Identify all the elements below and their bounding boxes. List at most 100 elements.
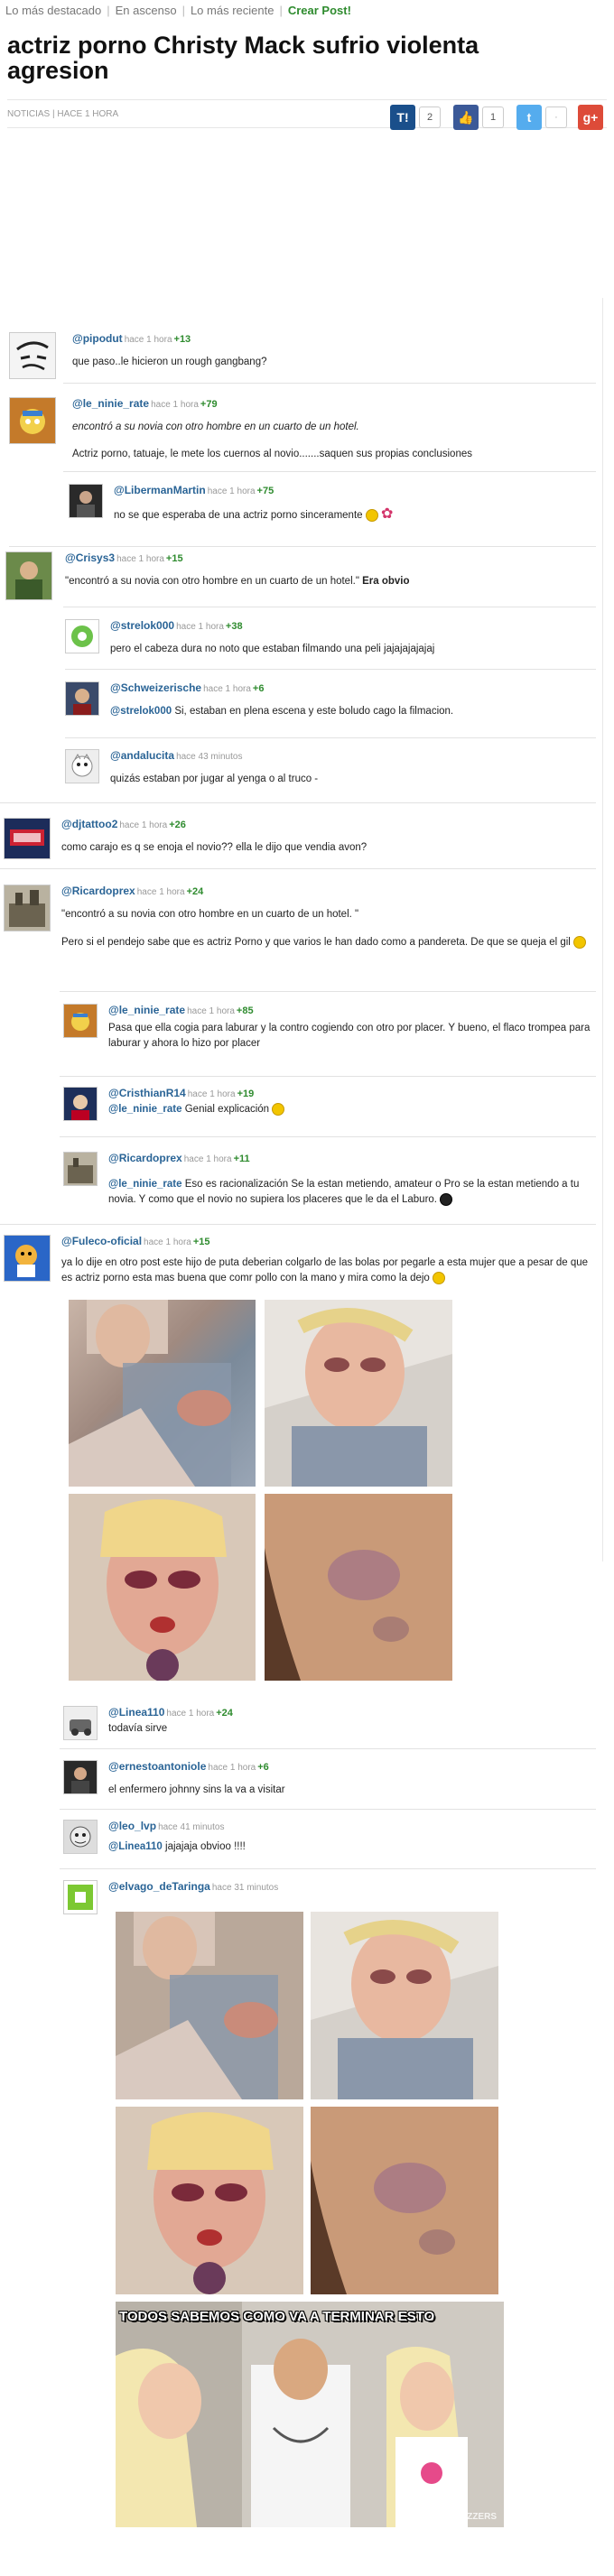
comment-user[interactable]: @Ricardoprex [108, 1152, 182, 1164]
smiley-icon [272, 1102, 285, 1116]
divider [60, 991, 596, 992]
facebook-like-icon[interactable]: 👍 [453, 105, 479, 130]
comment-votes: +6 [252, 683, 265, 694]
comment-user[interactable]: @Crisys3 [65, 551, 115, 564]
comment-time: hace 1 hora [166, 1709, 215, 1719]
nav-destacado[interactable]: Lo más destacado [5, 4, 101, 17]
comment-text: encontró a su novia con otro hombre en u… [72, 422, 359, 432]
avatar[interactable] [69, 484, 103, 518]
avatar[interactable] [65, 619, 99, 653]
nav-reciente[interactable]: Lo más reciente [191, 4, 274, 17]
comment-text: pero el cabeza dura no noto que estaban … [110, 644, 435, 654]
comment-user[interactable]: @Ricardoprex [61, 885, 135, 897]
reply-mention[interactable]: @le_ninie_rate [108, 1179, 182, 1190]
comment-votes: +6 [257, 1762, 269, 1773]
comment-text: "encontró a su novia con otro hombre en … [61, 909, 359, 920]
divider [60, 1076, 596, 1077]
facebook-like-count: 1 [482, 107, 504, 128]
avatar[interactable] [63, 1880, 98, 1914]
divider [65, 737, 596, 738]
taringa-share-count: 2 [419, 107, 441, 128]
injury-photo-2[interactable] [265, 1300, 452, 1487]
comment-user[interactable]: @Linea110 [108, 1706, 164, 1719]
crear-post-link[interactable]: Crear Post! [288, 4, 351, 17]
reply-mention[interactable]: @Linea110 [108, 1841, 163, 1852]
comment-user[interactable]: @le_ninie_rate [108, 1004, 185, 1016]
injury-photo-3[interactable] [69, 1494, 256, 1681]
comment-votes: +75 [256, 486, 274, 496]
comment-text: como carajo es q se enoja el novio?? ell… [61, 842, 367, 853]
avatar[interactable] [65, 681, 99, 716]
comment-user[interactable]: @CristhianR14 [108, 1087, 186, 1099]
divider [60, 1136, 596, 1137]
injury-photo-7[interactable] [116, 2107, 303, 2294]
comment-user[interactable]: @ernestoantoniole [108, 1760, 206, 1773]
smiley-icon [573, 935, 587, 949]
avatar[interactable] [9, 332, 56, 379]
comment-time: hace 41 minutos [158, 1822, 225, 1832]
comment-user[interactable]: @elvago_deTaringa [108, 1880, 210, 1893]
reply-mention[interactable]: @strelok000 [110, 706, 172, 717]
comment-votes: +79 [200, 399, 218, 410]
avatar[interactable] [9, 397, 56, 444]
comment-user[interactable]: @le_ninie_rate [72, 397, 149, 410]
comment-user[interactable]: @LibermanMartin [114, 484, 206, 496]
comment-time: hace 1 hora [207, 486, 256, 496]
comment-user[interactable]: @Schweizerische [110, 681, 201, 694]
comment-time: hace 1 hora [208, 1763, 256, 1773]
avatar[interactable] [63, 1820, 98, 1854]
flower-icon: ✿ [380, 506, 394, 522]
comment-votes: +85 [236, 1005, 254, 1016]
injury-photo-6[interactable] [311, 1912, 498, 2099]
comment-user[interactable]: @andalucita [110, 749, 174, 762]
injury-photo-1[interactable] [69, 1300, 256, 1487]
nav-ascenso[interactable]: En ascenso [116, 4, 177, 17]
ad-space [0, 128, 614, 327]
comment-text: quizás estaban por jugar al yenga o al t… [110, 774, 319, 784]
divider [60, 1748, 596, 1749]
comment-text: ya lo dije en otro post este hijo de put… [61, 1257, 589, 1284]
comment-bold: Era obvio [362, 576, 410, 587]
divider [9, 546, 596, 547]
taringa-share-icon[interactable]: T! [390, 105, 415, 130]
alien-icon [440, 1192, 453, 1206]
comment-time: hace 1 hora [183, 1154, 232, 1164]
meme-image[interactable]: TODOS SABEMOS COMO VA A TERMINAR ESTO BR… [116, 2302, 504, 2527]
smiley-icon [433, 1271, 446, 1284]
comment-user[interactable]: @strelok000 [110, 619, 174, 632]
comment-text: @strelok000 Si, estaban en plena escena … [110, 706, 454, 717]
comment-user[interactable]: @djtattoo2 [61, 818, 117, 830]
smiley-icon [365, 508, 378, 522]
divider [0, 802, 596, 803]
avatar[interactable] [63, 1706, 98, 1740]
avatar[interactable] [5, 551, 52, 600]
google-plus-icon[interactable]: g+ [578, 105, 603, 130]
comment-text-2: Pero si el pendejo sabe que es actriz Po… [61, 935, 594, 950]
avatar[interactable] [4, 818, 51, 859]
post-meta-bar: NOTICIAS | HACE 1 HORA T! 2 👍 1 t · g+ [7, 99, 607, 130]
twitter-icon[interactable]: t [516, 105, 542, 130]
avatar[interactable] [63, 1087, 98, 1121]
injury-photo-5[interactable] [116, 1912, 303, 2099]
comment-user[interactable]: @Fuleco-oficial [61, 1235, 142, 1247]
avatar[interactable] [63, 1004, 98, 1038]
avatar[interactable] [65, 749, 99, 783]
comment-time: hace 1 hora [136, 887, 185, 897]
comment-votes: +13 [173, 334, 191, 345]
comment-text: @le_ninie_rate Genial explicación [108, 1102, 596, 1117]
post-title: actriz porno Christy Mack sufrio violent… [7, 32, 479, 84]
reply-mention[interactable]: @le_ninie_rate [108, 1104, 182, 1115]
post-meta: NOTICIAS | HACE 1 HORA [7, 108, 119, 119]
avatar[interactable] [4, 885, 51, 931]
comment-time: hace 1 hora [116, 554, 164, 564]
avatar[interactable] [63, 1152, 98, 1186]
avatar[interactable] [4, 1235, 51, 1282]
avatar[interactable] [63, 1760, 98, 1794]
injury-photo-8[interactable] [311, 2107, 498, 2294]
comments-border [602, 298, 603, 1561]
comment-user[interactable]: @leo_lvp [108, 1820, 156, 1832]
comment-user[interactable]: @pipodut [72, 332, 123, 345]
divider [63, 383, 596, 384]
divider [65, 669, 596, 670]
injury-photo-4[interactable] [265, 1494, 452, 1681]
